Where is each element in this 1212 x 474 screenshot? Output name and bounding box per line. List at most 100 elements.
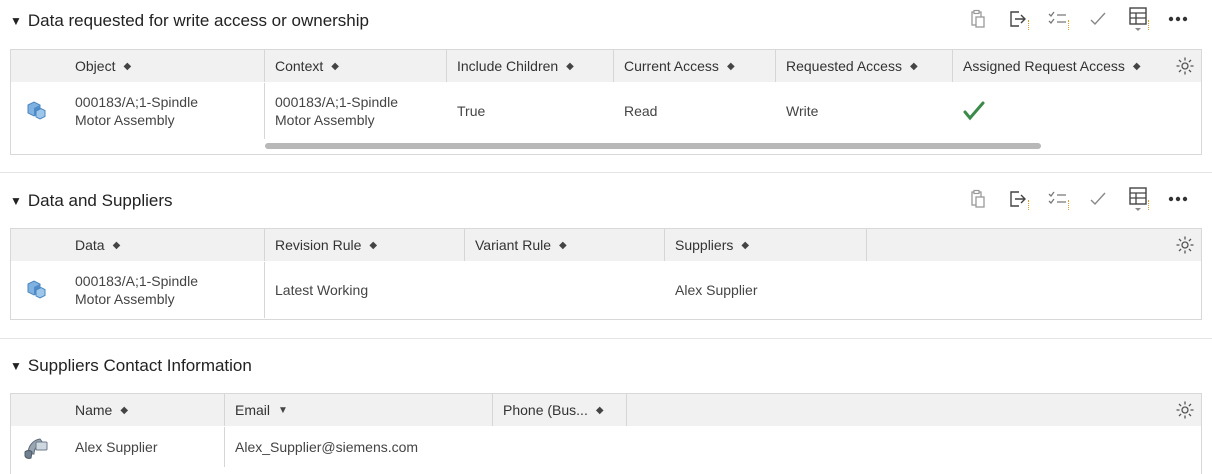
section-data-and-suppliers: ▼ Data and Suppliers Data ◆ Revision Rul… [0,178,1212,338]
checklist-button[interactable] [1038,6,1078,32]
column-header-name[interactable]: Name ◆ [65,394,225,426]
data-and-suppliers-table: Data ◆ Revision Rule ◆ Variant Rule ◆ Suppl… [10,228,1202,320]
check-icon [1090,192,1106,206]
column-header-object[interactable]: Object ◆ [65,50,265,82]
cell-data[interactable]: 000183/A;1-Spindle Motor Assembly [65,262,265,318]
cell-current-access[interactable]: Read [614,83,776,139]
export-button[interactable] [998,186,1038,212]
sort-icon: ◆ [369,239,378,251]
section-data-requested: ▼ Data requested for write access or own… [0,0,1212,170]
check-button[interactable] [1078,186,1118,212]
column-label: Object [75,58,116,74]
collapse-triangle-icon[interactable]: ▼ [10,359,22,373]
column-header-assigned-request-access[interactable]: Assigned Request Access ◆ [953,50,1169,82]
cell-name[interactable]: Alex Supplier [65,427,225,467]
table-layout-icon [1129,187,1147,211]
horizontal-scrollbar[interactable] [11,142,1201,150]
sort-icon: ◆ [559,239,567,251]
sort-icon: ◆ [331,60,339,72]
data-requested-table: Object ◆ Context ◆ Include Children ◆ Curre… [10,49,1202,155]
paste-button[interactable] [958,6,998,32]
column-header-variant-rule[interactable]: Variant Rule ◆ [465,229,665,261]
collapse-triangle-icon[interactable]: ▼ [10,194,22,208]
column-label: Email [235,402,271,418]
paste-button[interactable] [958,186,998,212]
section-divider [0,338,1212,339]
scrollbar-thumb[interactable] [265,143,1041,149]
column-header-include-children[interactable]: Include Children ◆ [447,50,614,82]
section-header-data-and-suppliers[interactable]: ▼ Data and Suppliers [10,188,172,214]
section-title: Suppliers Contact Information [27,356,252,375]
column-header-email[interactable]: Email ▼ [225,394,493,426]
cell-variant-rule[interactable] [465,262,665,318]
sort-icon: ◆ [726,60,735,72]
cell-context[interactable]: 000183/A;1-Spindle Motor Assembly [265,83,447,139]
column-label: Data [75,237,105,253]
more-icon [1168,16,1188,22]
column-header-revision-rule[interactable]: Revision Rule ◆ [265,229,465,261]
table-header: Object ◆ Context ◆ Include Children ◆ Curre… [11,50,1201,82]
column-label: Revision Rule [275,237,362,253]
cell-text: Motor Assembly [75,112,175,128]
table-row[interactable]: Alex Supplier Alex_Supplier@siemens.com [11,427,1201,467]
column-header-phone[interactable]: Phone (Bus... ◆ [493,394,627,426]
section-header-suppliers-contact[interactable]: ▼ Suppliers Contact Information [10,353,252,379]
collapse-triangle-icon[interactable]: ▼ [10,14,22,28]
cell-text: 000183/A;1-Spindle [75,273,198,289]
table-layout-button[interactable] [1118,186,1158,212]
paste-icon [971,9,985,28]
export-button[interactable] [998,6,1038,32]
column-label: Current Access [624,58,719,74]
cell-text: Motor Assembly [75,291,175,307]
cell-object[interactable]: 000183/A;1-Spindle Motor Assembly [65,83,265,139]
contact-icon [21,433,51,461]
sort-desc-icon: ▼ [278,404,288,416]
sort-icon: ◆ [909,60,918,72]
suppliers-contact-table: Name ◆ Email ▼ Phone (Bus... ◆ Alex Supplie… [10,393,1202,474]
table-header: Data ◆ Revision Rule ◆ Variant Rule ◆ Suppl… [11,229,1201,261]
more-button[interactable] [1158,186,1198,212]
cell-text: Motor Assembly [275,112,375,128]
column-header-data[interactable]: Data ◆ [65,229,265,261]
cell-suppliers[interactable]: Alex Supplier [665,262,867,318]
gear-icon[interactable] [1175,235,1195,255]
section-divider [0,172,1212,173]
section-toolbar [958,186,1198,212]
item-revision-icon [23,276,49,302]
column-header-requested-access[interactable]: Requested Access ◆ [776,50,953,82]
table-row[interactable]: 000183/A;1-Spindle Motor Assembly Latest… [11,262,1201,318]
more-icon [1168,196,1188,202]
section-toolbar [958,6,1198,32]
column-label: Assigned Request Access [963,58,1125,74]
table-row[interactable]: 000183/A;1-Spindle Motor Assembly 000183… [11,83,1201,139]
section-title: Data requested for write access or owner… [27,11,369,30]
cell-include-children[interactable]: True [447,83,614,139]
check-button[interactable] [1078,6,1118,32]
column-header-current-access[interactable]: Current Access ◆ [614,50,776,82]
checklist-button[interactable] [1038,186,1078,212]
cell-revision-rule[interactable]: Latest Working [265,262,465,318]
table-header: Name ◆ Email ▼ Phone (Bus... ◆ [11,394,1201,426]
table-layout-button[interactable] [1118,6,1158,32]
cell-assigned-request-access[interactable] [953,83,1169,139]
cell-email[interactable]: Alex_Supplier@siemens.com [225,427,493,467]
gear-icon[interactable] [1175,56,1195,76]
more-button[interactable] [1158,6,1198,32]
table-layout-icon [1129,7,1147,31]
sort-icon: ◆ [112,239,121,251]
section-header-data-requested[interactable]: ▼ Data requested for write access or own… [10,8,369,34]
sort-icon: ◆ [741,239,750,251]
cell-phone[interactable] [493,427,627,467]
sort-icon: ◆ [120,404,129,416]
section-suppliers-contact: ▼ Suppliers Contact Information Name ◆ Em… [0,344,1212,474]
column-label: Name [75,402,113,418]
gear-icon[interactable] [1175,400,1195,420]
column-label: Context [275,58,324,74]
sort-icon: ◆ [595,404,604,416]
export-icon [1010,11,1026,27]
cell-requested-access[interactable]: Write [776,83,953,139]
item-revision-icon [23,97,49,123]
column-label: Include Children [457,58,559,74]
column-header-suppliers[interactable]: Suppliers ◆ [665,229,867,261]
column-header-context[interactable]: Context ◆ [265,50,447,82]
